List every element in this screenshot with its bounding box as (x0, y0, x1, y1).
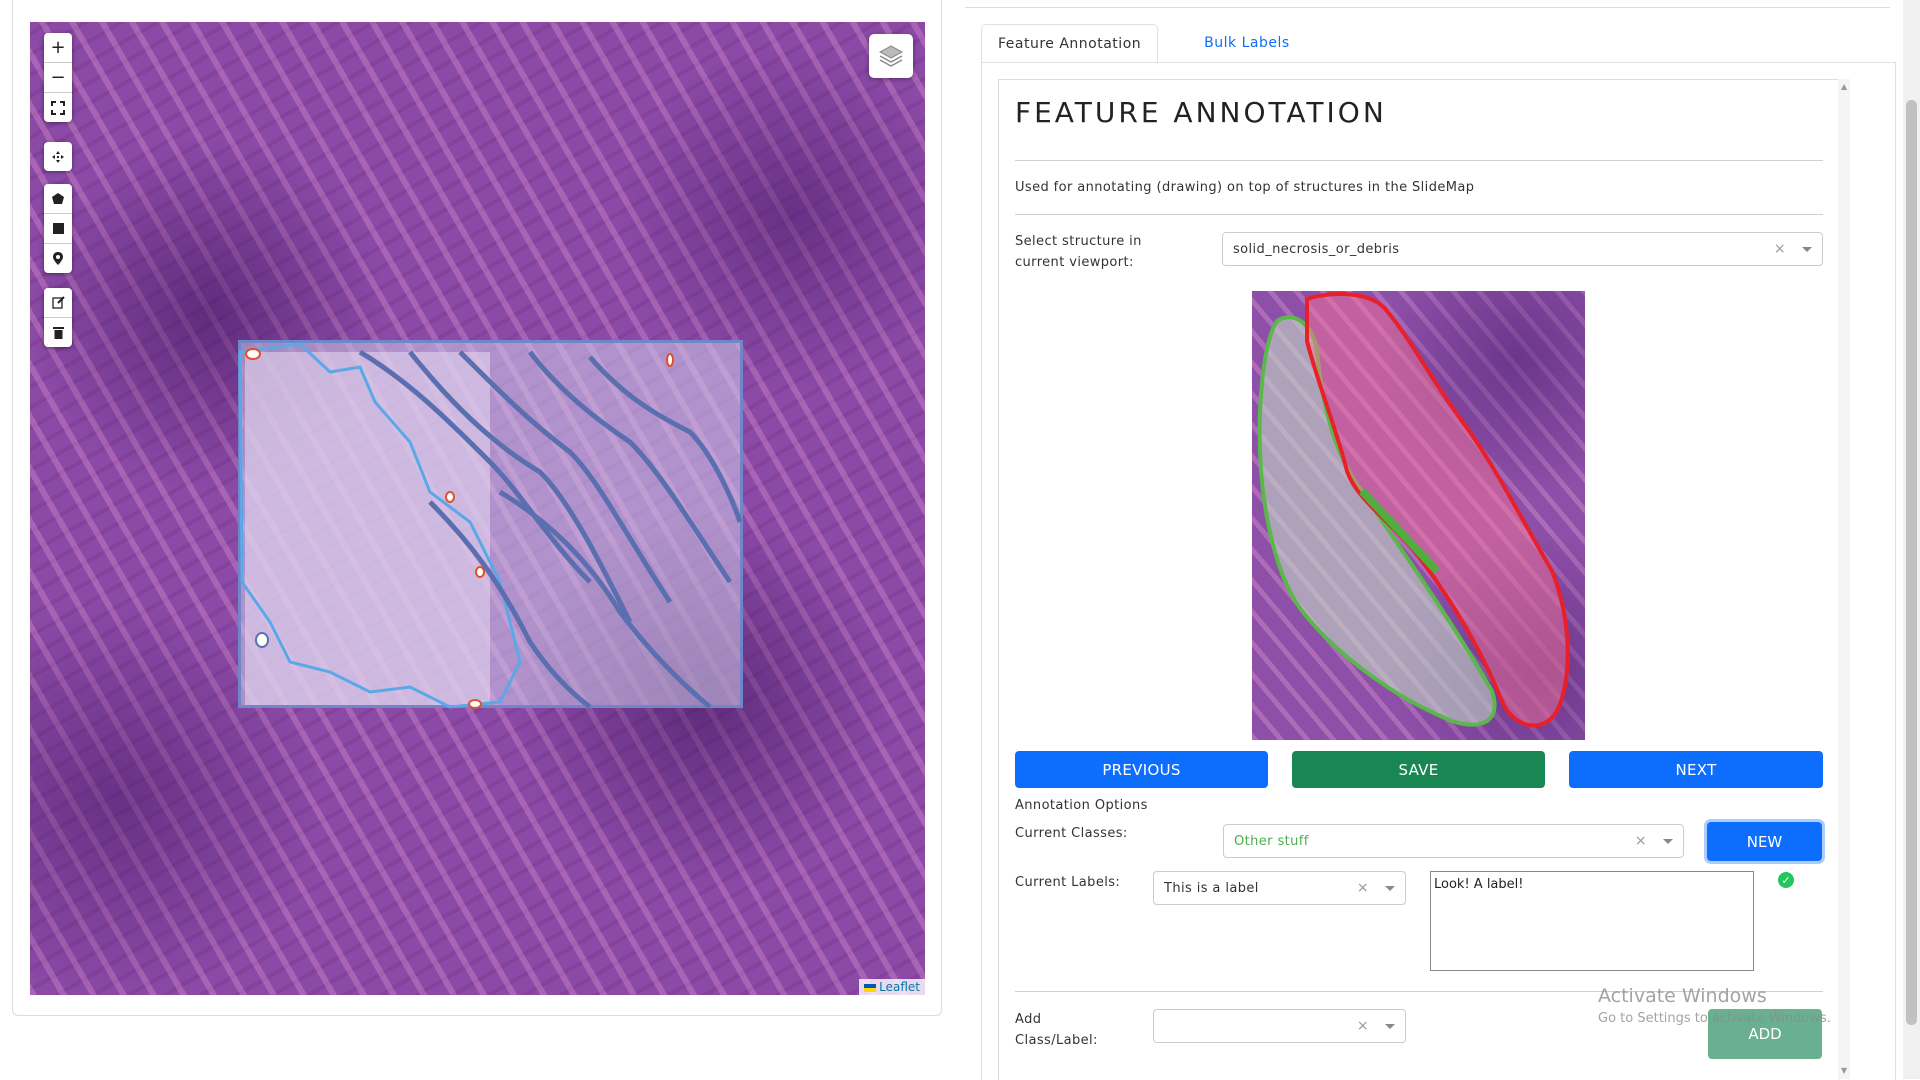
zoom-in-icon: + (50, 37, 66, 58)
description-divider (1015, 214, 1823, 215)
zoom-out-button[interactable]: − (44, 63, 72, 93)
vessel-marker-4 (666, 353, 674, 367)
structure-preview-image[interactable] (1252, 291, 1585, 740)
draw-rectangle-button[interactable] (44, 214, 72, 244)
page-scrollbar-thumb[interactable] (1906, 100, 1917, 1025)
panel-scrollbar[interactable] (1838, 79, 1850, 1079)
slide-map[interactable]: + − Leaflet (30, 22, 925, 995)
chevron-down-icon[interactable] (1385, 1023, 1395, 1029)
stroma-outline-1 (358, 349, 592, 584)
layers-icon (878, 45, 904, 67)
stroma-outline-6 (428, 500, 592, 709)
annotation-outlines (238, 342, 743, 709)
clear-icon[interactable]: × (1351, 1018, 1375, 1034)
vessel-marker-3 (475, 566, 485, 578)
clear-icon[interactable]: × (1629, 833, 1653, 849)
layers-button[interactable] (869, 34, 913, 78)
move-button[interactable] (44, 142, 72, 171)
zoom-out-icon: − (50, 67, 66, 88)
move-icon (52, 150, 64, 163)
chevron-down-icon[interactable] (1802, 246, 1812, 252)
draw-marker-button[interactable] (44, 244, 72, 273)
current-classes-value: Other stuff (1234, 833, 1309, 849)
next-button[interactable]: NEXT (1569, 751, 1823, 788)
structure-select-label: Select structure in current viewport: (1015, 231, 1142, 273)
current-classes-label: Current Classes: (1015, 826, 1128, 841)
watermark-line1: Activate Windows (1598, 985, 1767, 1007)
marker-icon (53, 252, 63, 265)
panel-description: Used for annotating (drawing) on top of … (1015, 180, 1475, 195)
add-class-label: Add Class/Label: (1015, 1009, 1098, 1051)
clear-icon[interactable]: × (1768, 241, 1792, 257)
necrosis-outline (238, 342, 522, 709)
clear-icon[interactable]: × (1351, 880, 1375, 896)
check-icon: ✓ (1778, 872, 1794, 888)
vessel-marker-2 (445, 491, 455, 503)
ukraine-flag-icon (864, 983, 877, 992)
current-labels-select[interactable]: This is a label × (1153, 871, 1406, 905)
add-label-line1: Add (1015, 1012, 1042, 1027)
slide-map-card: + − Leaflet (12, 0, 942, 1016)
draw-toolbar (44, 184, 72, 273)
watermark-line2: Go to Settings to activate Windows. (1598, 1011, 1831, 1026)
rectangle-icon (52, 223, 64, 234)
add-label-line2: Class/Label: (1015, 1033, 1098, 1048)
fullscreen-icon (51, 100, 65, 115)
structure-label-line2: current viewport: (1015, 255, 1134, 270)
label-text-area[interactable]: Look! A label! (1430, 871, 1754, 971)
current-labels-label: Current Labels: (1015, 875, 1121, 890)
structure-select-value: solid_necrosis_or_debris (1233, 241, 1400, 257)
leaflet-link[interactable]: Leaflet (879, 980, 920, 994)
right-header-divider (965, 0, 1890, 8)
tab-bar: Feature Annotation Bulk Labels (981, 24, 1306, 64)
zoom-control: + − (44, 33, 72, 122)
fullscreen-button[interactable] (44, 93, 72, 122)
tab-feature-annotation[interactable]: Feature Annotation (981, 24, 1159, 64)
page-title: FEATURE ANNOTATION (1015, 96, 1387, 129)
zoom-in-button[interactable]: + (44, 33, 72, 63)
map-attribution[interactable]: Leaflet (859, 979, 925, 995)
move-control (44, 142, 72, 171)
scroll-up-icon[interactable]: ▲ (1841, 82, 1847, 91)
new-class-button[interactable]: NEW (1707, 822, 1822, 861)
scroll-down-icon[interactable]: ▼ (1841, 1066, 1847, 1075)
add-class-select[interactable]: × (1153, 1009, 1406, 1043)
windows-activation-watermark: Activate Windows Go to Settings to activ… (1598, 985, 1831, 1026)
current-labels-value: This is a label (1164, 880, 1259, 896)
title-divider (1015, 160, 1823, 161)
vessel-marker-1 (245, 348, 261, 360)
tab-bulk-labels[interactable]: Bulk Labels (1188, 24, 1306, 62)
polygon-icon (52, 192, 64, 204)
vessel-marker-5 (468, 699, 482, 709)
preview-annotations (1257, 292, 1570, 728)
edit-icon (51, 296, 65, 309)
page-scrollbar[interactable] (1903, 0, 1920, 1079)
structure-select[interactable]: solid_necrosis_or_debris × (1222, 232, 1823, 266)
edit-layers-button[interactable] (44, 288, 72, 318)
stroma-outline-7 (498, 489, 712, 709)
chevron-down-icon[interactable] (1663, 838, 1673, 844)
draw-polygon-button[interactable] (44, 184, 72, 214)
annotation-options-heading: Annotation Options (1015, 798, 1148, 813)
chevron-down-icon[interactable] (1385, 885, 1395, 891)
trash-icon (52, 327, 64, 339)
current-classes-select[interactable]: Other stuff × (1223, 824, 1684, 858)
save-button[interactable]: SAVE (1292, 751, 1545, 788)
edit-toolbar (44, 288, 72, 347)
structure-label-line1: Select structure in (1015, 234, 1142, 249)
stroma-outline-5 (588, 355, 743, 523)
previous-button[interactable]: PREVIOUS (1015, 751, 1268, 788)
vessel-marker-6 (255, 632, 269, 648)
delete-layers-button[interactable] (44, 318, 72, 347)
